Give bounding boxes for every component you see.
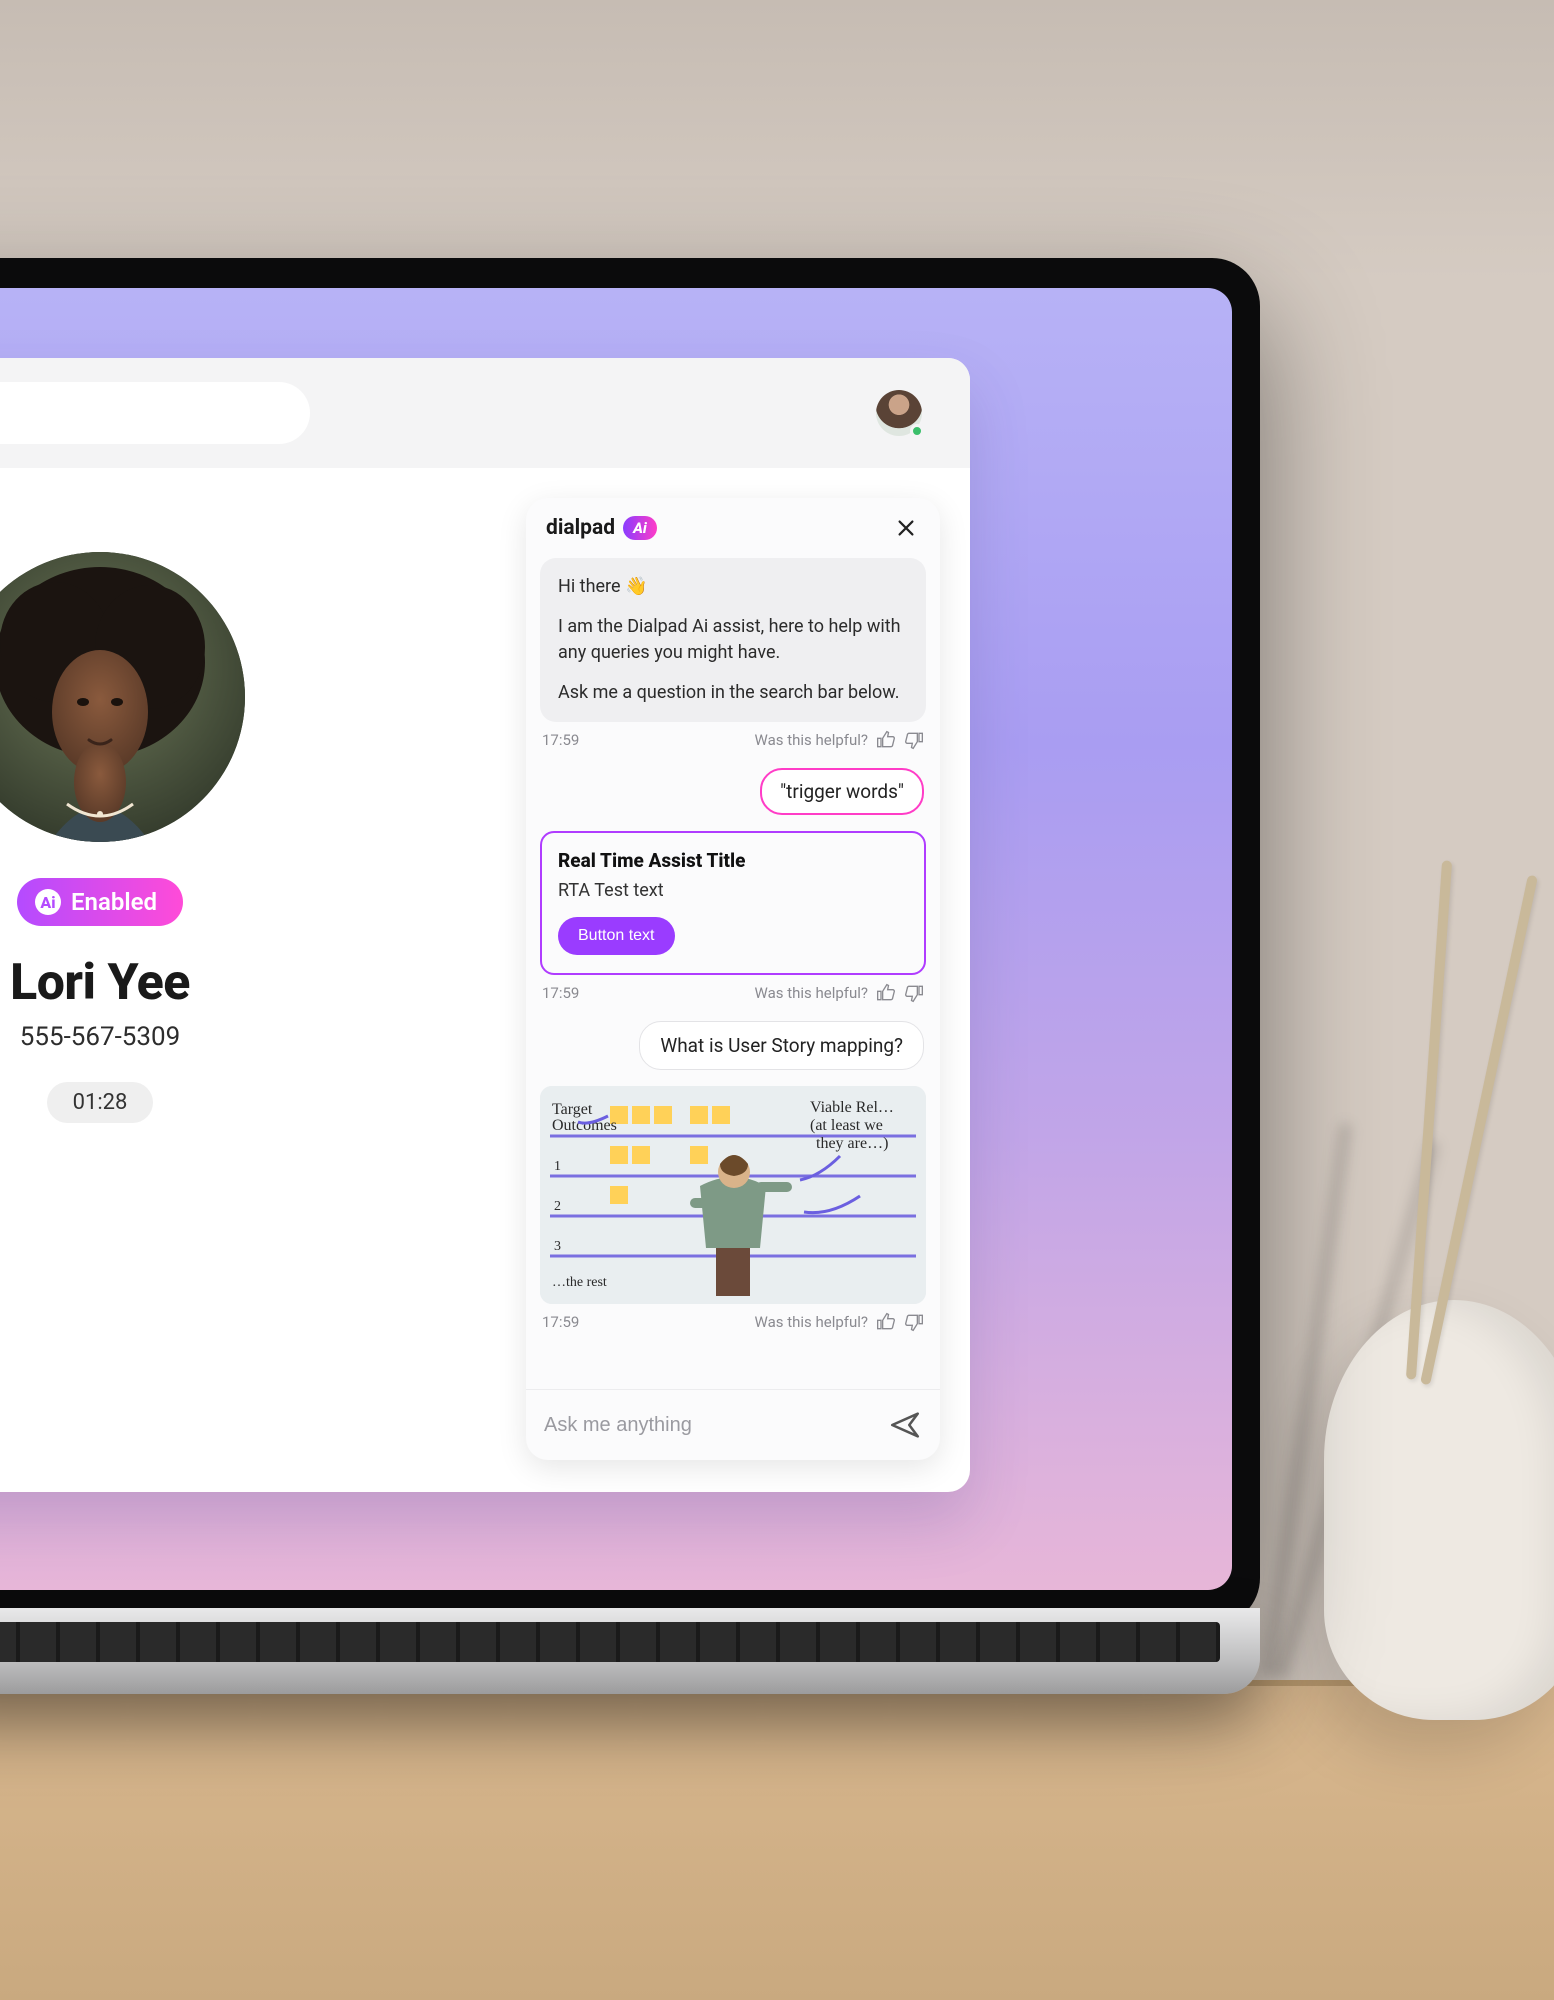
app-main: Ai Enabled Lori Yee 555-567-5309 01:28 d… xyxy=(0,468,970,1492)
contact-avatar xyxy=(0,552,245,842)
rta-button[interactable]: Button text xyxy=(558,917,675,955)
img-label-left2: Outcomes xyxy=(552,1117,617,1134)
user-message: "trigger words" xyxy=(760,768,924,815)
user-message: What is User Story mapping? xyxy=(639,1021,924,1070)
bot-line: Ask me a question in the search bar belo… xyxy=(558,680,908,706)
img-label-right2: (at least we xyxy=(810,1117,883,1134)
ai-badge-label: Enabled xyxy=(71,888,157,916)
close-button[interactable] xyxy=(892,514,920,542)
timestamp: 17:59 xyxy=(542,984,579,1002)
laptop-keyboard xyxy=(0,1622,1220,1662)
bot-line: I am the Dialpad Ai assist, here to help… xyxy=(558,614,908,666)
img-label-left: Target xyxy=(552,1101,593,1118)
contact-phone: 555-567-5309 xyxy=(20,1022,181,1052)
ai-assist-panel: dialpad Ai Hi there 👋 I am the Dialpad A… xyxy=(526,498,940,1460)
timestamp: 17:59 xyxy=(542,731,579,749)
message-meta: 17:59 Was this helpful? xyxy=(542,1312,924,1332)
message-meta: 17:59 Was this helpful? xyxy=(542,983,924,1003)
brand: dialpad Ai xyxy=(546,516,657,540)
laptop-screen: Ai Enabled Lori Yee 555-567-5309 01:28 d… xyxy=(0,288,1232,1590)
call-timer: 01:28 xyxy=(47,1082,154,1123)
ai-assist-input-row xyxy=(526,1389,940,1460)
rta-text: RTA Test text xyxy=(558,880,908,901)
helpful-label: Was this helpful? xyxy=(755,1313,868,1331)
ai-assist-body: Hi there 👋 I am the Dialpad Ai assist, h… xyxy=(526,558,940,1389)
scene-wall-shade xyxy=(0,0,1554,280)
svg-text:3: 3 xyxy=(554,1239,561,1254)
ai-assist-input[interactable] xyxy=(544,1414,876,1437)
contact-name: Lori Yee xyxy=(10,954,190,1012)
bot-line: Hi there 👋 xyxy=(558,574,908,600)
thumbs-down-icon[interactable] xyxy=(904,730,924,750)
ai-badge-icon: Ai xyxy=(35,889,61,915)
result-image: Target Outcomes Viable Rel… (at least we… xyxy=(540,1086,926,1304)
thumbs-down-icon[interactable] xyxy=(904,1312,924,1332)
ai-assist-header: dialpad Ai xyxy=(526,498,940,558)
presence-indicator xyxy=(910,424,924,438)
app-topbar xyxy=(0,358,970,468)
close-icon xyxy=(895,517,917,539)
send-icon[interactable] xyxy=(888,1408,922,1442)
svg-text:1: 1 xyxy=(554,1159,561,1174)
helpful-label: Was this helpful? xyxy=(755,984,868,1002)
brand-ai-badge: Ai xyxy=(623,516,657,540)
search-input[interactable] xyxy=(0,382,310,444)
img-label-right3: they are…) xyxy=(816,1135,888,1152)
contact-panel: Ai Enabled Lori Yee 555-567-5309 01:28 xyxy=(0,468,400,1492)
thumbs-down-icon[interactable] xyxy=(904,983,924,1003)
helpful-label: Was this helpful? xyxy=(755,731,868,749)
brand-name: dialpad xyxy=(546,516,615,540)
img-label-right: Viable Rel… xyxy=(810,1099,894,1116)
app-window: Ai Enabled Lori Yee 555-567-5309 01:28 d… xyxy=(0,358,970,1492)
bot-message: Hi there 👋 I am the Dialpad Ai assist, h… xyxy=(540,558,926,722)
message-meta: 17:59 Was this helpful? xyxy=(542,730,924,750)
ai-enabled-badge[interactable]: Ai Enabled xyxy=(17,878,183,926)
current-user-avatar[interactable] xyxy=(876,390,922,436)
decor-vase xyxy=(1324,1300,1554,1720)
thumbs-up-icon[interactable] xyxy=(876,983,896,1003)
rta-card: Real Time Assist Title RTA Test text But… xyxy=(540,831,926,975)
thumbs-up-icon[interactable] xyxy=(876,730,896,750)
rta-title: Real Time Assist Title xyxy=(558,849,908,872)
img-label-bottom: …the rest xyxy=(552,1275,607,1290)
svg-text:2: 2 xyxy=(554,1199,561,1214)
thumbs-up-icon[interactable] xyxy=(876,1312,896,1332)
timestamp: 17:59 xyxy=(542,1313,579,1331)
scene-desk xyxy=(0,1680,1554,2000)
